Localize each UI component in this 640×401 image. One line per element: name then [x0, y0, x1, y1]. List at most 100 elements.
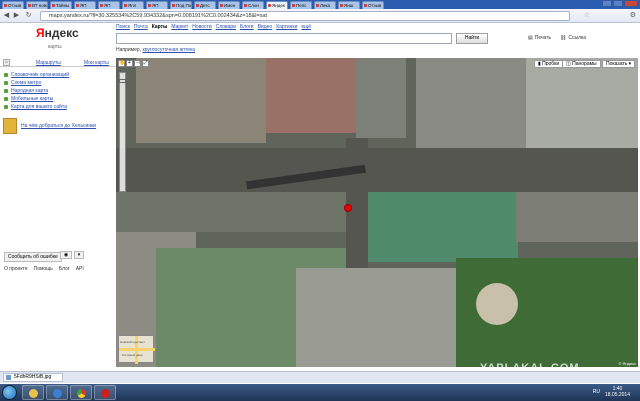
wrench-menu-icon[interactable]: ⚙ [630, 11, 636, 19]
promo-block[interactable]: На чём добраться до Хельсинки [3, 118, 113, 136]
hand-icon[interactable]: ✋ [118, 60, 125, 67]
link-button[interactable]: ⛓ Ссылка [560, 35, 586, 41]
reload-icon[interactable]: ↻ [24, 11, 33, 20]
sidebar-link[interactable]: Мобильные карты [4, 95, 114, 103]
taskbar-app-media[interactable] [46, 385, 68, 400]
satellite-map[interactable]: ✋ + ⊣ ⤢ ▮ Пробки ◫ Панорамы Показать ▾ Н… [116, 58, 638, 367]
search-input[interactable] [116, 33, 452, 44]
forward-icon[interactable]: ▶ [12, 11, 21, 20]
search-button[interactable]: Найти [456, 33, 488, 44]
tab-favicon-icon [220, 4, 223, 7]
building-roof-green [368, 192, 518, 262]
show-layers-dropdown[interactable]: Показать ▾ [602, 60, 636, 68]
minimize-button[interactable] [602, 0, 612, 7]
traffic-button[interactable]: ▮ Пробки [534, 60, 564, 68]
print-button[interactable]: ▤ Печать [528, 35, 551, 41]
building-block [356, 58, 406, 138]
report-error-button[interactable]: Сообщить об ошибке [4, 252, 62, 262]
example-link[interactable]: круглосуточная аптека [142, 47, 195, 53]
zoom-slider[interactable] [119, 72, 126, 192]
home-tab-icon[interactable]: ⌂ [3, 59, 10, 66]
eye-icon[interactable]: ◉ [60, 251, 72, 259]
overview-minimap[interactable]: Невский проспект Гостиный двор [118, 335, 155, 364]
browser-tab[interactable]: Oтзыв [2, 1, 24, 9]
browser-tab[interactable]: Имен [218, 1, 240, 9]
footer-link[interactable]: Помощь [34, 266, 53, 272]
map-copyright: © Яндекс [618, 361, 636, 366]
location-marker[interactable] [344, 204, 352, 212]
menu-item[interactable]: Почта [134, 24, 148, 30]
nevsky-prospekt-road [116, 148, 638, 192]
browser-tab[interactable]: Слон [242, 1, 264, 9]
menu-item[interactable]: ещё [301, 24, 311, 30]
fullscreen-icon[interactable]: ⤢ [142, 60, 149, 67]
search-example: Например, круглосуточная аптека [116, 47, 196, 53]
browser-tab[interactable]: ВТ новост [26, 1, 48, 9]
yandex-logo[interactable]: Яндекс [36, 26, 79, 40]
menu-item[interactable]: Видео [258, 24, 273, 30]
tab-routes[interactable]: Маршруты [36, 60, 61, 66]
back-icon[interactable]: ◀ [2, 11, 11, 20]
bookmark-star-icon[interactable]: ☆ [584, 11, 590, 19]
chevron-down-icon[interactable]: ▾ [74, 251, 84, 259]
browser-tab[interactable]: Яиш [338, 1, 360, 9]
zoom-in-icon[interactable]: + [126, 60, 133, 67]
logo-subtitle: карты [48, 44, 62, 50]
bullet-icon [4, 97, 8, 101]
browser-tab[interactable]: Пепс [290, 1, 312, 9]
building-block [516, 192, 638, 242]
browser-tab[interactable]: Тайны [50, 1, 72, 9]
download-item[interactable]: 5FdhR9HSiB.jpg [3, 373, 63, 382]
route-promo-icon [3, 118, 17, 134]
ruler-icon[interactable]: ⊣ [134, 60, 141, 67]
url-input[interactable]: maps.yandex.ru/?ll=30.325534%2C59.934332… [40, 11, 570, 21]
menu-item[interactable]: Словари [216, 24, 236, 30]
menu-item[interactable]: Новости [192, 24, 211, 30]
tab-favicon-icon [28, 4, 31, 7]
browser-tab[interactable]: Отзыв [362, 1, 384, 9]
start-button[interactable] [2, 385, 17, 400]
menu-item[interactable]: Блоги [240, 24, 254, 30]
browser-tab[interactable]: ЯП [98, 1, 120, 9]
footer-link[interactable]: Блог [59, 266, 70, 272]
browser-tab[interactable]: ЯП [146, 1, 168, 9]
bullet-icon [4, 89, 8, 93]
taskbar-app-chrome[interactable] [70, 385, 92, 400]
sidebar-tabs: ⌂ Маршруты Мои карты [0, 59, 116, 67]
sidebar-link[interactable]: Карта для вашего сайта [4, 103, 114, 111]
taskbar-app-opera[interactable] [94, 385, 116, 400]
close-window-button[interactable] [624, 0, 638, 7]
maximize-button[interactable] [613, 0, 623, 7]
browser-tab[interactable]: Япл [122, 1, 144, 9]
browser-tab[interactable]: Яндек [266, 1, 288, 9]
panorama-button[interactable]: ◫ Панорамы [562, 60, 601, 68]
taskbar-app-explorer[interactable] [22, 385, 44, 400]
language-indicator[interactable]: RU [593, 389, 600, 395]
browser-tab[interactable]: Под По [170, 1, 192, 9]
tab-favicon-icon [340, 4, 343, 7]
tab-favicon-icon [100, 4, 103, 7]
menu-item[interactable]: Поиск [116, 24, 130, 30]
bullet-icon [4, 73, 8, 77]
menu-item[interactable]: Карты [152, 24, 168, 30]
menu-item[interactable]: Картинки [276, 24, 297, 30]
sidebar-link[interactable]: Справочник организаций [4, 71, 114, 79]
bullet-icon [4, 81, 8, 85]
browser-tab[interactable]: Детс [194, 1, 216, 9]
tab-my-maps[interactable]: Мои карты [84, 60, 109, 66]
promo-link[interactable]: На чём добраться до Хельсинки [21, 123, 96, 129]
chain-link-icon: ⛓ [560, 35, 567, 41]
browser-tab[interactable]: Лека [314, 1, 336, 9]
zoom-slider-knob[interactable] [119, 79, 126, 83]
browser-tab[interactable]: ЯП [74, 1, 96, 9]
menu-item[interactable]: Маркет [171, 24, 188, 30]
footer-link[interactable]: API [76, 266, 84, 272]
services-menu: Поиск Почта Карты Маркет Новости Словари Блоги… [116, 24, 311, 30]
tab-favicon-icon [4, 4, 7, 7]
map-toolbar: ✋ + ⊣ ⤢ [118, 60, 149, 67]
window-controls [602, 0, 638, 7]
sidebar-link[interactable]: Схема метро [4, 79, 114, 87]
footer-link[interactable]: О проекте [4, 266, 28, 272]
system-clock[interactable]: 1:40 18.05.2014 [605, 386, 630, 398]
sidebar-link[interactable]: Народная карта [4, 87, 114, 95]
